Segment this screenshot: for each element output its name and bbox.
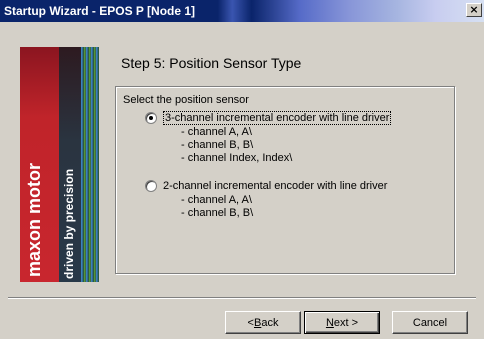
channel-item: - channel B, B\ bbox=[181, 207, 254, 219]
slogan-text: driven by precision bbox=[62, 168, 76, 279]
banner-stripes bbox=[81, 47, 99, 282]
back-button[interactable]: < Back bbox=[225, 311, 301, 334]
step-title: Step 5: Position Sensor Type bbox=[121, 55, 302, 71]
channel-item: - channel A, A\ bbox=[181, 126, 252, 138]
window-title: Startup Wizard - EPOS P [Node 1] bbox=[4, 4, 196, 18]
option-2-channel-label[interactable]: 2-channel incremental encoder with line … bbox=[163, 180, 387, 192]
back-hotkey: B bbox=[253, 316, 262, 329]
option-3-channel-label[interactable]: 3-channel incremental encoder with line … bbox=[163, 111, 392, 125]
channel-item: - channel Index, Index\ bbox=[181, 152, 293, 164]
group-label: Select the position sensor bbox=[123, 94, 249, 106]
next-button[interactable]: Next > bbox=[304, 311, 380, 334]
cancel-button[interactable]: Cancel bbox=[392, 311, 468, 334]
close-icon: × bbox=[469, 3, 479, 16]
footer-separator bbox=[8, 297, 476, 299]
radio-2-channel[interactable] bbox=[145, 180, 157, 192]
brand-text: maxon motor bbox=[24, 162, 44, 277]
title-bar: Startup Wizard - EPOS P [Node 1] × bbox=[0, 0, 484, 22]
channel-item: - channel A, A\ bbox=[181, 194, 252, 206]
channel-item: - channel B, B\ bbox=[181, 139, 254, 151]
next-rest: ext > bbox=[333, 316, 359, 329]
back-rest: ack bbox=[261, 316, 279, 329]
next-hotkey: N bbox=[325, 316, 334, 329]
radio-3-channel[interactable] bbox=[145, 112, 157, 124]
radio-selected-dot bbox=[149, 116, 153, 120]
maxon-banner-logo: maxon motor driven by precision bbox=[20, 47, 99, 282]
close-button[interactable]: × bbox=[466, 3, 482, 17]
